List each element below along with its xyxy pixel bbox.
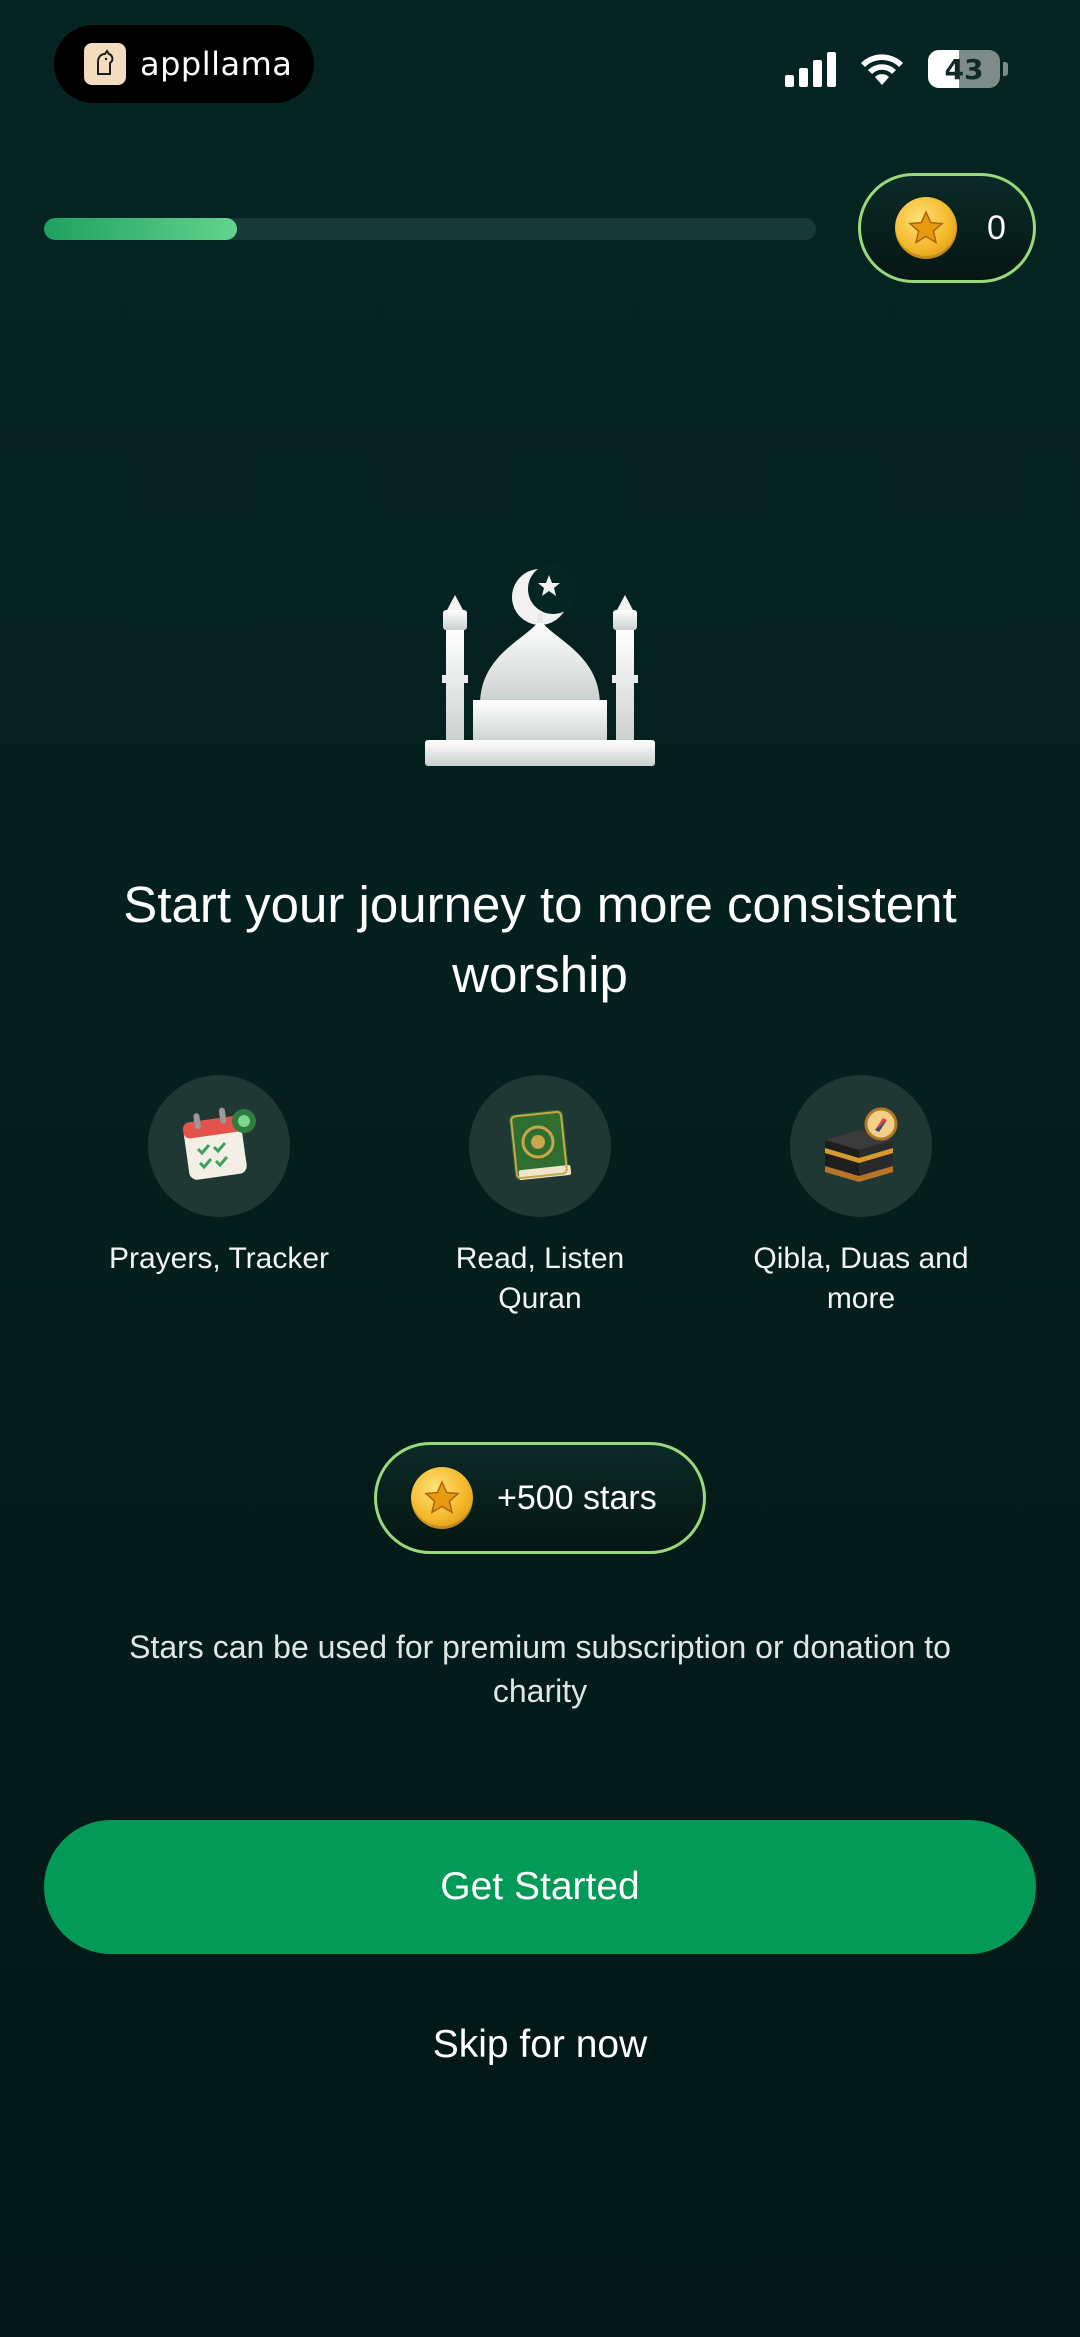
skip-button[interactable]: Skip for now xyxy=(340,2010,740,2080)
feature-quran: Read, Listen Quran xyxy=(420,1075,660,1319)
stars-balance-badge[interactable]: 0 xyxy=(858,173,1036,283)
feature-prayers-tracker: Prayers, Tracker xyxy=(99,1075,339,1279)
status-bar: appllama 43 xyxy=(0,0,1080,130)
star-coin-icon xyxy=(895,197,957,259)
app-name: appllama xyxy=(140,45,293,83)
signal-icon xyxy=(785,51,836,87)
feature-qibla-duas: Qibla, Duas and more xyxy=(741,1075,981,1319)
stars-reward-label: +500 stars xyxy=(497,1478,657,1517)
feature-label: Prayers, Tracker xyxy=(108,1242,330,1275)
stars-reward-badge: +500 stars xyxy=(374,1442,706,1554)
stars-info-text: Stars can be used for premium subscripti… xyxy=(129,1629,951,1709)
battery-icon: 43 xyxy=(928,50,1000,88)
kaaba-compass-icon xyxy=(790,1075,932,1217)
feature-label: Read, Listen Quran xyxy=(455,1242,625,1315)
wifi-icon xyxy=(861,54,903,85)
app-badge: appllama xyxy=(54,25,314,103)
progress-fill xyxy=(44,218,237,240)
mosque-icon xyxy=(425,564,655,766)
feature-label: Qibla, Duas and more xyxy=(753,1242,969,1315)
quran-book-icon xyxy=(469,1075,611,1217)
calendar-check-icon xyxy=(148,1075,290,1217)
get-started-button[interactable]: Get Started xyxy=(44,1820,1036,1954)
battery-level: 43 xyxy=(944,52,984,86)
status-icons: 43 xyxy=(785,50,1008,88)
stars-balance-value: 0 xyxy=(987,208,1006,247)
onboarding-progress-bar xyxy=(44,218,816,240)
llama-logo-icon xyxy=(84,43,126,85)
headline: Start your journey to more consistent wo… xyxy=(123,876,957,1003)
star-coin-icon xyxy=(411,1467,473,1529)
